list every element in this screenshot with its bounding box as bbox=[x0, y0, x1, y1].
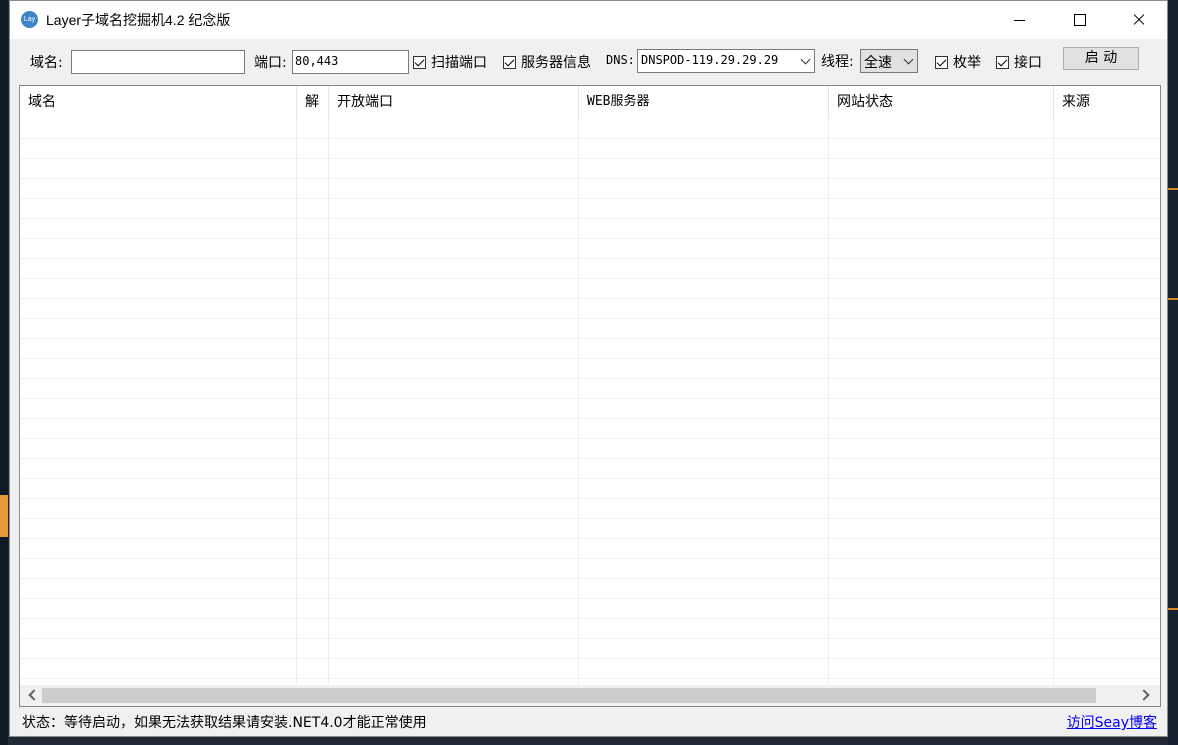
port-label: 端口: bbox=[254, 55, 287, 71]
table-row-line bbox=[20, 358, 1160, 359]
window-title: Layer子域名挖掘机4.2 纪念版 bbox=[46, 12, 231, 28]
desktop-background-left bbox=[0, 0, 8, 745]
table-row-line bbox=[20, 278, 1160, 279]
threads-select-value: 全速 bbox=[864, 55, 892, 71]
maximize-button[interactable] bbox=[1056, 1, 1102, 39]
chevron-down-icon bbox=[903, 54, 914, 65]
table-row-line bbox=[20, 578, 1160, 579]
scroll-left-icon[interactable] bbox=[28, 689, 40, 701]
maximize-icon bbox=[1074, 14, 1086, 26]
desktop-background-right bbox=[1168, 0, 1178, 745]
column-header-source[interactable]: 来源 bbox=[1054, 86, 1160, 118]
table-row-line bbox=[20, 678, 1160, 679]
table-row-line bbox=[20, 378, 1160, 379]
column-header-domain[interactable]: 域名 bbox=[20, 86, 296, 118]
enumerate-checkbox[interactable]: 枚举 bbox=[935, 52, 981, 72]
table-header: 域名 解 开放端口 WEB服务器 网站状态 来源 bbox=[20, 86, 1160, 118]
checkbox-checked-icon bbox=[935, 55, 948, 69]
table-row-line bbox=[20, 598, 1160, 599]
threads-label: 线程: bbox=[821, 54, 854, 70]
results-table[interactable]: 域名 解 开放端口 WEB服务器 网站状态 来源 bbox=[19, 85, 1161, 707]
table-row-line bbox=[20, 498, 1160, 499]
scan-ports-label: 扫描端口 bbox=[431, 55, 487, 71]
table-row-line bbox=[20, 438, 1160, 439]
table-row-line bbox=[20, 638, 1160, 639]
column-header-open-ports[interactable]: 开放端口 bbox=[329, 86, 578, 118]
server-info-label: 服务器信息 bbox=[521, 55, 591, 71]
scan-ports-checkbox[interactable]: 扫描端口 bbox=[413, 52, 487, 72]
table-row-line bbox=[20, 338, 1160, 339]
dns-select[interactable]: DNSPOD-119.29.29.29 bbox=[637, 49, 815, 73]
dns-select-value: DNSPOD-119.29.29.29 bbox=[641, 53, 779, 67]
app-icon: Lay bbox=[21, 11, 38, 28]
app-window: Lay Layer子域名挖掘机4.2 纪念版 域名: 端口: 80,443 扫描… bbox=[9, 0, 1168, 737]
table-row-line bbox=[20, 458, 1160, 459]
title-bar: Lay Layer子域名挖掘机4.2 纪念版 bbox=[10, 1, 1167, 39]
column-header-resolve[interactable]: 解 bbox=[297, 86, 328, 118]
table-row-line bbox=[20, 658, 1160, 659]
table-row-line bbox=[20, 138, 1160, 139]
minimize-icon bbox=[1014, 20, 1025, 21]
minimize-button[interactable] bbox=[996, 1, 1042, 39]
threads-select[interactable]: 全速 bbox=[860, 49, 918, 73]
table-row-line bbox=[20, 318, 1160, 319]
table-row-line bbox=[20, 218, 1160, 219]
server-info-checkbox[interactable]: 服务器信息 bbox=[503, 52, 591, 72]
domain-input[interactable] bbox=[71, 50, 245, 74]
horizontal-scrollbar[interactable] bbox=[20, 685, 1160, 706]
table-row-line bbox=[20, 198, 1160, 199]
enumerate-label: 枚举 bbox=[953, 55, 981, 71]
scrollbar-thumb[interactable] bbox=[42, 688, 1096, 703]
checkbox-checked-icon bbox=[996, 55, 1009, 69]
checkbox-checked-icon bbox=[503, 55, 516, 69]
scroll-right-icon[interactable] bbox=[1138, 689, 1150, 701]
table-row-line bbox=[20, 238, 1160, 239]
chevron-down-icon bbox=[800, 54, 811, 65]
table-row-line bbox=[20, 418, 1160, 419]
table-row-line bbox=[20, 398, 1160, 399]
status-text: 状态：等待启动，如果无法获取结果请安装.NET4.0才能正常使用 bbox=[22, 715, 427, 731]
checkbox-checked-icon bbox=[413, 55, 426, 69]
start-button[interactable]: 启 动 bbox=[1063, 47, 1139, 70]
seay-blog-link[interactable]: 访问Seay博客 bbox=[1067, 712, 1157, 732]
table-row-line bbox=[20, 538, 1160, 539]
table-row-line bbox=[20, 178, 1160, 179]
dns-label: DNS: bbox=[606, 53, 635, 67]
table-row-line bbox=[20, 558, 1160, 559]
table-row-line bbox=[20, 258, 1160, 259]
api-checkbox[interactable]: 接口 bbox=[996, 52, 1042, 72]
close-button[interactable] bbox=[1116, 1, 1162, 39]
table-row-line bbox=[20, 518, 1160, 519]
api-label: 接口 bbox=[1014, 55, 1042, 71]
domain-label: 域名: bbox=[30, 55, 63, 71]
column-header-site-status[interactable]: 网站状态 bbox=[829, 86, 1053, 118]
port-input[interactable]: 80,443 bbox=[292, 50, 409, 74]
table-row-line bbox=[20, 298, 1160, 299]
table-row-line bbox=[20, 478, 1160, 479]
column-header-web-server[interactable]: WEB服务器 bbox=[579, 86, 828, 118]
table-row-line bbox=[20, 158, 1160, 159]
table-row-line bbox=[20, 618, 1160, 619]
